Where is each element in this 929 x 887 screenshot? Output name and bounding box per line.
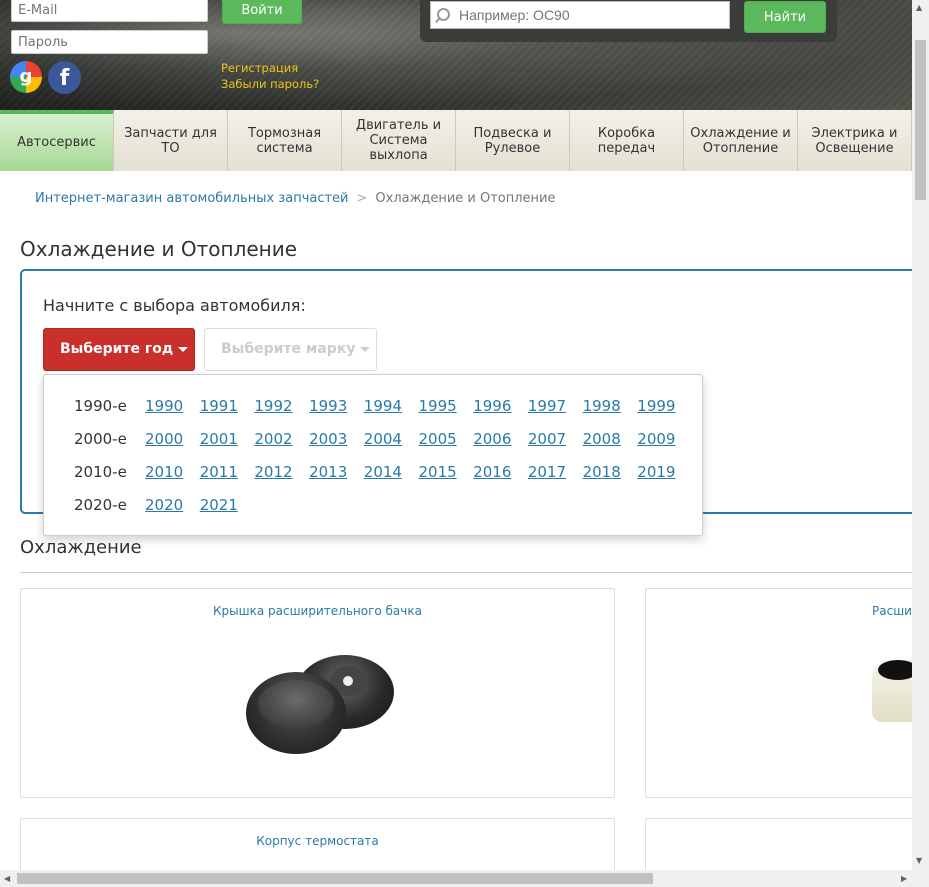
year-link[interactable]: 1998 [583, 397, 621, 415]
nav-item-transmission[interactable]: Коробка передач [570, 110, 684, 171]
year-link[interactable]: 1993 [309, 397, 347, 415]
breadcrumb: Интернет-магазин автомобильных запчастей… [35, 191, 556, 206]
year-link[interactable]: 2002 [254, 430, 292, 448]
forgot-password-link[interactable]: Забыли пароль? [221, 76, 319, 92]
product-card[interactable] [645, 818, 929, 878]
decade-label: 2000-е [74, 430, 127, 448]
facebook-icon[interactable]: f [48, 61, 81, 94]
year-link[interactable]: 1990 [145, 397, 183, 415]
select-brand-button[interactable]: Выберите марку [204, 328, 377, 371]
section-divider [20, 572, 912, 573]
search-button[interactable]: Найти [744, 1, 826, 33]
year-link[interactable]: 1999 [637, 397, 675, 415]
year-link[interactable]: 1996 [473, 397, 511, 415]
breadcrumb-separator: > [356, 191, 368, 206]
auth-links: Регистрация Забыли пароль? [221, 60, 319, 92]
selector-heading: Начните с выбора автомобиля: [43, 296, 306, 315]
select-brand-label: Выберите марку [221, 341, 356, 357]
nav-item-electrics-lighting[interactable]: Электрика и Освещение [798, 110, 912, 171]
scroll-up-icon[interactable]: ▲ [916, 3, 922, 12]
nav-item-brakes[interactable]: Тормозная система [228, 110, 342, 171]
year-link[interactable]: 2011 [200, 463, 238, 481]
search-input[interactable] [430, 1, 730, 29]
year-link[interactable]: 1997 [528, 397, 566, 415]
section-title: Охлаждение [20, 537, 142, 558]
vertical-scrollbar-thumb[interactable] [915, 40, 926, 200]
product-card[interactable]: Корпус термостата [20, 818, 615, 878]
nav-item-cooling-heating[interactable]: Охлаждение и Отопление [684, 110, 798, 171]
decade-label: 1990-е [74, 397, 127, 415]
year-link[interactable]: 2013 [309, 463, 347, 481]
year-link[interactable]: 2008 [583, 430, 621, 448]
year-link[interactable]: 1992 [254, 397, 292, 415]
scroll-down-icon[interactable]: ▼ [916, 856, 922, 865]
nav-item-autoservice[interactable]: Автосервис [0, 110, 114, 171]
year-link[interactable]: 2000 [145, 430, 183, 448]
year-link[interactable]: 2020 [145, 496, 183, 514]
year-link[interactable]: 2021 [200, 496, 238, 514]
scroll-left-icon[interactable]: ◀ [4, 874, 10, 883]
product-card-title[interactable]: Крышка расширительного бачка [21, 604, 614, 618]
decade-label: 2020-е [74, 496, 127, 514]
product-image-cap-top [258, 680, 334, 728]
year-link[interactable]: 2003 [309, 430, 347, 448]
page-title: Охлаждение и Отопление [20, 237, 298, 261]
year-link[interactable]: 2010 [145, 463, 183, 481]
search-icon [437, 8, 450, 21]
google-icon[interactable]: g [10, 61, 42, 93]
caret-down-icon [360, 346, 371, 352]
year-link[interactable]: 2012 [254, 463, 292, 481]
nav-item-maintenance-parts[interactable]: Запчасти для ТО [114, 110, 228, 171]
year-link[interactable]: 2009 [637, 430, 675, 448]
breadcrumb-home-link[interactable]: Интернет-магазин автомобильных запчастей [35, 191, 349, 206]
year-link[interactable]: 2016 [473, 463, 511, 481]
year-link[interactable]: 2017 [528, 463, 566, 481]
category-nav: Автосервис Запчасти для ТО Тормозная сис… [0, 110, 912, 171]
year-link[interactable]: 1991 [200, 397, 238, 415]
year-link[interactable]: 2014 [364, 463, 402, 481]
year-link[interactable]: 2018 [583, 463, 621, 481]
scroll-right-icon[interactable]: ▶ [901, 874, 907, 883]
email-field[interactable] [11, 0, 208, 22]
year-link[interactable]: 2007 [528, 430, 566, 448]
year-link[interactable]: 2004 [364, 430, 402, 448]
year-link[interactable]: 2019 [637, 463, 675, 481]
year-link[interactable]: 2006 [473, 430, 511, 448]
decade-label: 2010-е [74, 463, 127, 481]
year-link[interactable]: 1994 [364, 397, 402, 415]
login-button[interactable]: Войти [222, 0, 302, 24]
caret-down-icon [178, 346, 189, 352]
nav-item-suspension-steering[interactable]: Подвеска и Рулевое [456, 110, 570, 171]
site-header: Войти g f Регистрация Забыли пароль? Най… [0, 0, 912, 110]
product-card-title[interactable]: Корпус термостата [21, 834, 614, 848]
year-link[interactable]: 2015 [419, 463, 457, 481]
year-dropdown: 1990-е 1990 1991 1992 1993 1994 1995 1996 1997 19… [43, 374, 703, 536]
year-link[interactable]: 2005 [419, 430, 457, 448]
register-link[interactable]: Регистрация [221, 60, 319, 76]
password-field[interactable] [11, 30, 208, 54]
year-link[interactable]: 2001 [200, 430, 238, 448]
select-year-button[interactable]: Выберите год [43, 328, 195, 371]
breadcrumb-current: Охлаждение и Отопление [375, 191, 556, 206]
nav-item-engine-exhaust[interactable]: Двигатель и Система выхлопа [342, 110, 456, 171]
year-link[interactable]: 1995 [419, 397, 457, 415]
select-year-label: Выберите год [60, 341, 174, 357]
horizontal-scrollbar-thumb[interactable] [17, 873, 653, 884]
